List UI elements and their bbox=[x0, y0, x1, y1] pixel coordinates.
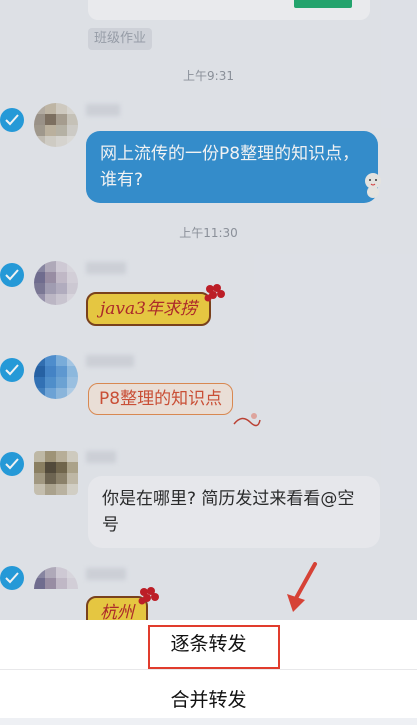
avatar[interactable] bbox=[34, 261, 78, 305]
sender-name-blurred bbox=[86, 104, 120, 116]
sender-name-blurred bbox=[86, 262, 126, 274]
avatar[interactable] bbox=[34, 355, 78, 399]
highlight-box-annotation bbox=[148, 625, 280, 669]
selected-check-icon[interactable] bbox=[0, 108, 24, 132]
berries-sticker-icon bbox=[204, 284, 225, 302]
message-card-partial bbox=[88, 0, 370, 20]
chat-list: 班级作业 上午9:31 网上流传的一份P8整理的知识点，谁有? 上午11:30 … bbox=[0, 0, 417, 620]
red-arrow-annotation-icon bbox=[287, 562, 317, 612]
timestamp: 上午11:30 bbox=[179, 226, 238, 240]
sticker-icon bbox=[233, 413, 261, 427]
message-bubble[interactable]: 网上流传的一份P8整理的知识点，谁有? bbox=[86, 131, 378, 203]
divider bbox=[0, 669, 417, 670]
selected-check-icon[interactable] bbox=[0, 566, 24, 590]
source-tag: 班级作业 bbox=[88, 28, 153, 50]
avatar[interactable] bbox=[34, 567, 78, 611]
sender-name-blurred bbox=[86, 451, 116, 463]
selected-check-icon[interactable] bbox=[0, 452, 24, 476]
message-bubble[interactable]: 你是在哪里? 简历发过来看看@空号 bbox=[88, 476, 380, 548]
message-bubble[interactable]: java3年求捞 bbox=[86, 292, 211, 326]
selected-check-icon[interactable] bbox=[0, 358, 24, 382]
sender-name-blurred bbox=[86, 568, 126, 580]
snowman-sticker-icon bbox=[365, 173, 381, 198]
message-bubble[interactable]: P8整理的知识点 bbox=[88, 383, 234, 415]
berries-sticker-icon bbox=[138, 587, 159, 605]
green-button-partial bbox=[294, 0, 352, 8]
timestamp: 上午9:31 bbox=[183, 69, 234, 83]
sender-name-blurred bbox=[86, 355, 134, 367]
selected-check-icon[interactable] bbox=[0, 263, 24, 287]
avatar[interactable] bbox=[34, 451, 78, 495]
avatar[interactable] bbox=[34, 103, 78, 147]
